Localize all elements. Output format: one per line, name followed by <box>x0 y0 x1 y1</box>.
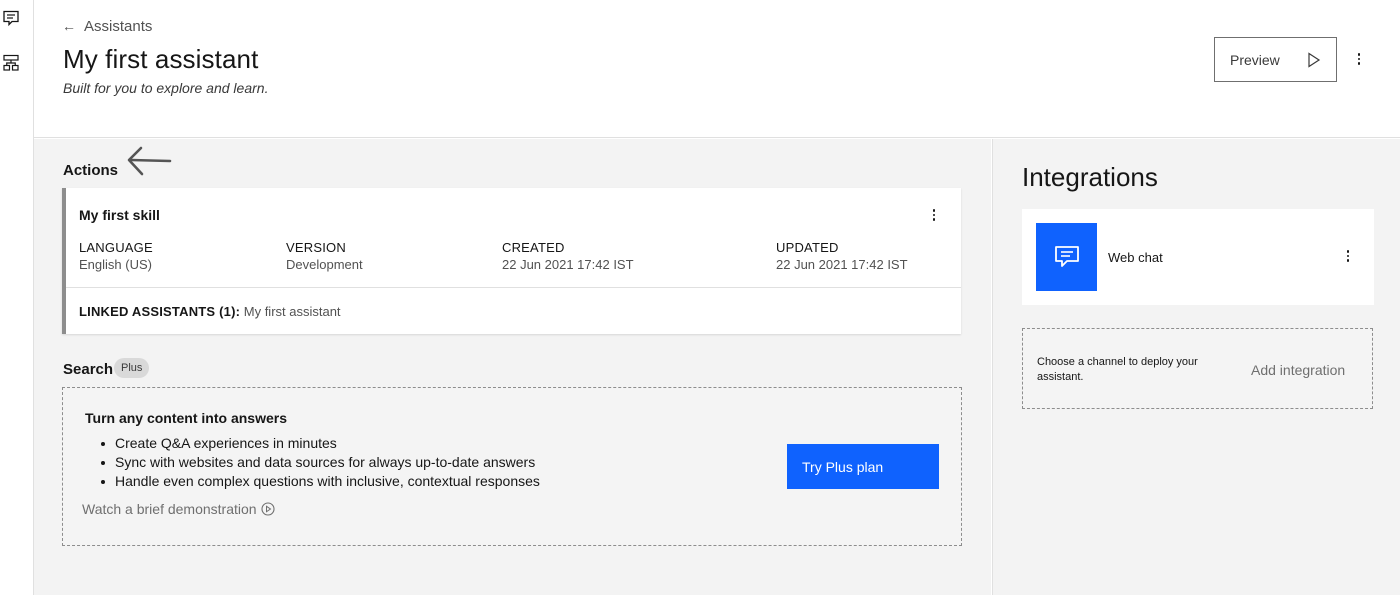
created-value: 22 Jun 2021 17:42 IST <box>502 257 634 272</box>
search-heading: Turn any content into answers <box>85 410 287 426</box>
search-feature-item: Sync with websites and data sources for … <box>99 453 540 472</box>
breadcrumb[interactable]: ← Assistants <box>62 16 152 36</box>
skill-card[interactable]: My first skill LANGUAGE English (US) VER… <box>62 188 961 334</box>
created-label: CREATED <box>502 240 565 255</box>
linked-assistants: LINKED ASSISTANTS (1): My first assistan… <box>79 304 341 319</box>
web-chat-tile <box>1036 223 1097 291</box>
updated-label: UPDATED <box>776 240 839 255</box>
integrations-title: Integrations <box>1022 162 1158 192</box>
skill-card-divider <box>66 287 961 288</box>
chat-bubble-icon <box>1054 246 1079 267</box>
back-arrow-icon: ← <box>62 18 76 34</box>
plus-tag: Plus <box>114 358 150 378</box>
actions-section-label: Actions <box>63 162 119 179</box>
header-overflow-menu-icon[interactable] <box>1351 51 1367 67</box>
left-rail <box>0 0 34 595</box>
preview-button-label: Preview <box>1230 51 1280 68</box>
search-section-label: Search <box>63 361 114 378</box>
play-circle-icon <box>261 502 275 516</box>
play-icon <box>1308 52 1321 68</box>
page-subtitle: Built for you to explore and learn. <box>63 80 269 96</box>
page-header: ← Assistants My first assistant Built fo… <box>34 0 1400 138</box>
preview-button[interactable]: Preview <box>1214 37 1337 82</box>
add-integration-box: Choose a channel to deploy your assistan… <box>1022 328 1373 409</box>
integration-overflow-menu-icon[interactable] <box>1340 248 1356 264</box>
add-integration-hint: Choose a channel to deploy your assistan… <box>1037 356 1198 383</box>
version-value: Development <box>286 257 363 272</box>
breadcrumb-assistants[interactable]: Assistants <box>84 18 152 35</box>
page-title: My first assistant <box>63 44 259 74</box>
language-label: LANGUAGE <box>79 240 153 255</box>
search-feature-list: Create Q&A experiences in minutes Sync w… <box>99 434 540 491</box>
annotation-arrow-icon <box>127 146 172 176</box>
try-plus-plan-button[interactable]: Try Plus plan <box>787 444 939 489</box>
linked-assistants-label: LINKED ASSISTANTS (1): <box>79 304 241 319</box>
version-label: VERSION <box>286 240 346 255</box>
search-feature-item: Create Q&A experiences in minutes <box>99 434 540 453</box>
skill-name[interactable]: My first skill <box>79 207 160 223</box>
updated-value: 22 Jun 2021 17:42 IST <box>776 257 908 272</box>
skill-overflow-menu-icon[interactable] <box>926 207 942 223</box>
linked-assistants-value: My first assistant <box>243 304 341 319</box>
chat-icon[interactable] <box>2 9 20 27</box>
add-integration-link[interactable]: Add integration <box>1251 362 1345 378</box>
integration-name: Web chat <box>1108 250 1163 265</box>
language-value: English (US) <box>79 257 152 272</box>
watch-demo-label: Watch a brief demonstration <box>82 501 257 517</box>
search-feature-item: Handle even complex questions with inclu… <box>99 472 540 491</box>
watch-demo-link[interactable]: Watch a brief demonstration <box>82 501 275 517</box>
search-promo-box: Turn any content into answers Create Q&A… <box>62 387 962 546</box>
integration-card-web-chat[interactable]: Web chat <box>1022 209 1374 305</box>
flow-icon[interactable] <box>2 54 20 72</box>
